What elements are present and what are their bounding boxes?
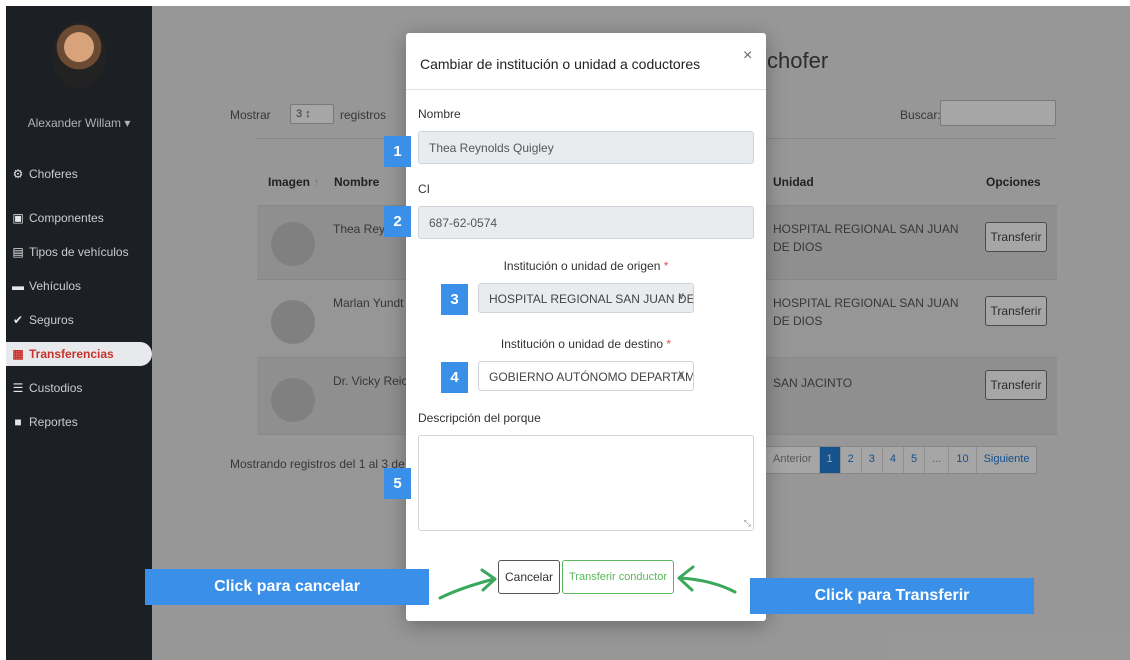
sidebar-item-reportes[interactable]: ■ Reportes (10, 410, 150, 434)
sidebar-item-label: Custodios (29, 381, 83, 395)
transfer-icon: ▦ (12, 347, 24, 361)
steering-wheel-icon: ⚙ (12, 167, 24, 181)
sidebar-item-seguros[interactable]: ✔ Seguros (10, 308, 150, 332)
sidebar-item-transferencias[interactable]: ▦ Transferencias (6, 342, 152, 366)
sidebar-item-custodios[interactable]: ☰ Custodios (10, 376, 150, 400)
sidebar-item-label: Choferes (29, 167, 78, 181)
sidebar-item-label: Seguros (29, 313, 74, 327)
car-icon: ▬ (12, 279, 24, 293)
modal-title: Cambiar de institución o unidad a coduct… (420, 56, 701, 72)
chevron-down-icon: ∨ (677, 291, 685, 302)
document-list-icon: ☰ (12, 381, 24, 395)
user-menu[interactable]: Alexander Willam ▾ (6, 116, 152, 130)
step-marker-4: 4 (441, 362, 468, 393)
destination-selected-value: GOBIERNO AUTÓNOMO DEPARTAMENTAL (489, 370, 693, 384)
file-icon: ■ (14, 415, 22, 429)
cancel-callout: Click para cancelar (145, 569, 429, 605)
avatar[interactable] (52, 22, 106, 88)
description-label: Descripción del porque (418, 411, 541, 425)
sidebar-item-choferes[interactable]: ⚙ Choferes (10, 162, 150, 186)
sidebar-item-label: Transferencias (29, 347, 114, 361)
destination-label: Institución o unidad de destino * (500, 337, 672, 351)
step-marker-1: 1 (384, 136, 411, 167)
resize-handle-icon[interactable]: ⤡ (744, 518, 751, 529)
sidebar-item-componentes[interactable]: ▣ Componentes (10, 206, 150, 230)
transfer-driver-button[interactable]: Transferir conductor (562, 560, 674, 594)
sidebar: Alexander Willam ▾ ⚙ Choferes ▣ Componentes… (6, 6, 152, 660)
sidebar-item-label: Reportes (29, 415, 78, 429)
step-marker-2: 2 (384, 206, 411, 237)
name-field[interactable] (418, 131, 754, 164)
ci-label: CI (418, 182, 430, 196)
chevron-down-icon: ∨ (677, 369, 685, 380)
step-marker-3: 3 (441, 284, 468, 315)
screenshot-stage: Alexander Willam ▾ ⚙ Choferes ▣ Componentes… (0, 0, 1130, 660)
transfer-callout: Click para Transferir (750, 578, 1034, 614)
bus-icon: ▤ (12, 245, 24, 259)
transfer-modal: Cambiar de institución o unidad a coduct… (406, 33, 766, 621)
sidebar-item-veh-culos[interactable]: ▬ Vehículos (10, 274, 150, 298)
close-icon[interactable]: × (743, 47, 752, 65)
sidebar-item-label: Componentes (29, 211, 104, 225)
sidebar-item-label: Tipos de vehículos (29, 245, 129, 259)
shield-check-icon: ✔ (12, 313, 24, 327)
ci-field[interactable] (418, 206, 754, 239)
component-icon: ▣ (12, 211, 24, 225)
name-label: Nombre (418, 107, 461, 121)
cancel-button[interactable]: Cancelar (498, 560, 560, 594)
sidebar-item-tipos-de-veh-culos[interactable]: ▤ Tipos de vehículos (10, 240, 150, 264)
step-marker-5: 5 (384, 468, 411, 499)
origin-label: Institución o unidad de origen * (503, 259, 669, 273)
origin-selected-value: HOSPITAL REGIONAL SAN JUAN DE DIOS (489, 292, 694, 306)
description-textarea[interactable]: ⤡ (418, 435, 754, 531)
sidebar-item-label: Vehículos (29, 279, 82, 293)
modal-divider (406, 89, 766, 90)
destination-select[interactable]: GOBIERNO AUTÓNOMO DEPARTAMENTAL ∨ (478, 361, 694, 391)
origin-select[interactable]: HOSPITAL REGIONAL SAN JUAN DE DIOS ∨ (478, 283, 694, 313)
